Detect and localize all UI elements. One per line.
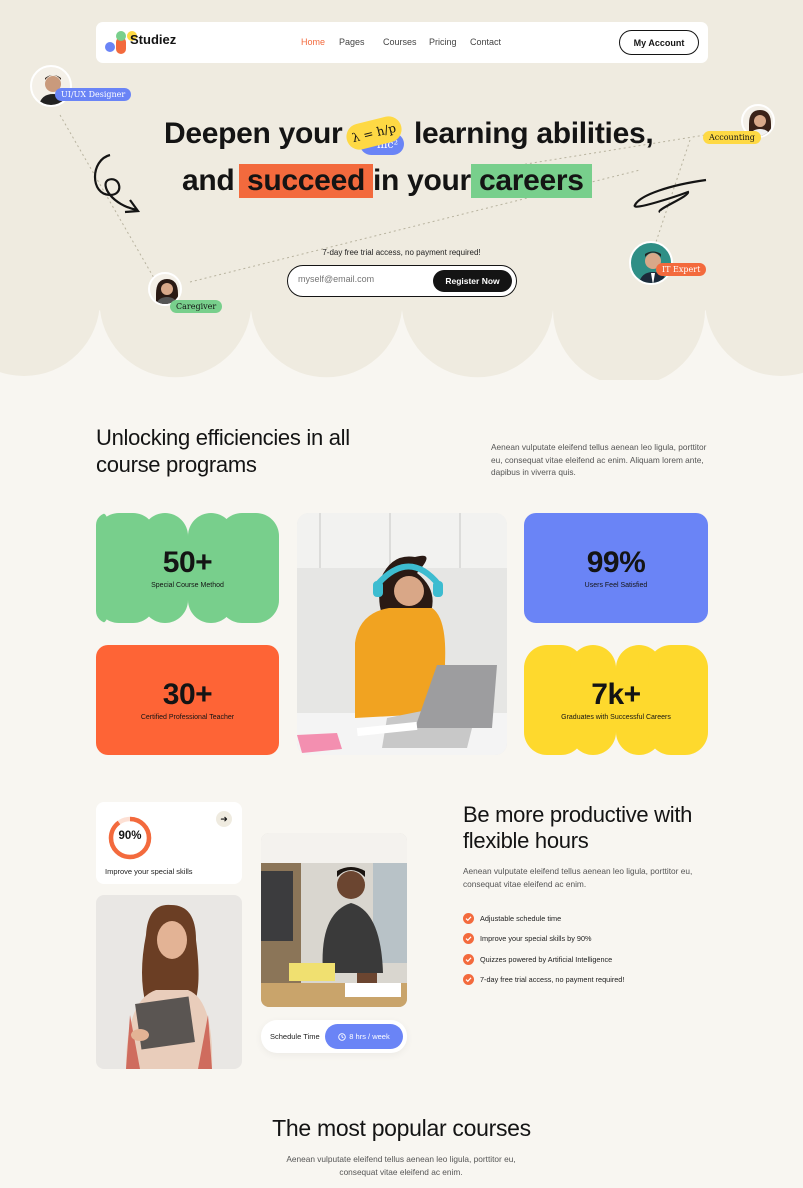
role-tag-caregiver: Caregiver	[170, 300, 223, 313]
hero-section: Studiez Home Pages Courses Pricing Conta…	[0, 0, 803, 380]
nav-item-pages[interactable]: Pages	[339, 37, 383, 47]
stat-label: Special Course Method	[151, 582, 224, 589]
headline-part-3: and	[182, 164, 235, 197]
headline-part-4: in your	[373, 164, 471, 197]
feature-checklist: Adjustable schedule time Improve your sp…	[463, 908, 624, 990]
headline-highlight-careers: careers	[471, 164, 592, 198]
stat-label: Graduates with Successful Careers	[561, 714, 671, 721]
schedule-value: 8 hrs / week	[349, 1032, 390, 1041]
checklist-text: Improve your special skills by 90%	[480, 934, 592, 944]
nav-item-courses[interactable]: Courses	[383, 37, 429, 47]
skill-caption: Improve your special skills	[105, 867, 193, 876]
list-item: Quizzes powered by Artificial Intelligen…	[463, 949, 624, 970]
stats-section-description: Aenean vulputate eleifend tellus aenean …	[491, 442, 707, 477]
courses-section-title: The most popular courses	[272, 1115, 531, 1141]
schedule-label: Schedule Time	[270, 1032, 320, 1041]
stat-label: Users Feel Satisfied	[584, 582, 648, 589]
stats-section-title: Unlocking efficiencies in all course pro…	[96, 425, 350, 477]
email-input[interactable]	[298, 274, 428, 284]
productive-section-title: Be more productive with flexible hours	[463, 802, 693, 853]
check-icon	[463, 912, 474, 924]
register-form: Register Now	[287, 265, 517, 297]
list-item: Improve your special skills by 90%	[463, 929, 624, 950]
role-tag-it-expert: IT Expert	[656, 263, 707, 276]
skill-percent: 90%	[118, 830, 142, 842]
register-now-button[interactable]: Register Now	[433, 270, 512, 292]
nav-item-home[interactable]: Home	[301, 37, 339, 47]
brand-name[interactable]: Studiez	[130, 32, 176, 47]
stat-card-graduates: 7k+ Graduates with Successful Careers	[524, 645, 708, 755]
headline-highlight-succeed: succeed	[239, 164, 373, 198]
stat-value: 50+	[162, 546, 213, 579]
check-icon	[463, 974, 474, 986]
productive-section-description: Aenean vulputate eleifend tellus aenean …	[463, 866, 693, 889]
checklist-text: Quizzes powered by Artificial Intelligen…	[480, 954, 613, 964]
list-item: 7-day free trial access, no payment requ…	[463, 970, 624, 991]
stat-value: 30+	[162, 678, 213, 711]
headline-part-2: learning abilities,	[414, 117, 654, 150]
check-icon	[463, 933, 474, 945]
checklist-text: 7-day free trial access, no payment requ…	[480, 975, 625, 985]
student-with-headphones-photo	[297, 513, 507, 755]
role-tag-uiux: UI/UX Designer	[55, 88, 132, 101]
courses-section-description: Aenean vulputate eleifend tellus aenean …	[286, 1154, 516, 1177]
nav-item-contact[interactable]: Contact	[470, 37, 514, 47]
stat-card-teachers: 30+ Certified Professional Teacher	[96, 645, 279, 755]
arrow-right-icon[interactable]: ➜	[216, 811, 232, 827]
stat-value: 7k+	[591, 678, 641, 711]
my-account-button[interactable]: My Account	[619, 30, 699, 55]
student-writing-photo	[261, 833, 407, 1007]
trial-note: 7-day free trial access, no payment requ…	[322, 248, 481, 257]
nav-links: Home Pages Courses Pricing Contact	[301, 37, 514, 47]
stat-card-satisfied: 99% Users Feel Satisfied	[524, 513, 708, 623]
list-item: Adjustable schedule time	[463, 908, 624, 929]
schedule-time-card: Schedule Time 8 hrs / week	[261, 1020, 407, 1053]
schedule-pill[interactable]: 8 hrs / week	[325, 1024, 403, 1049]
stat-label: Certified Professional Teacher	[140, 714, 235, 721]
role-tag-accounting: Accounting	[703, 131, 761, 144]
scribble-doodle	[633, 178, 707, 214]
top-navbar: Studiez Home Pages Courses Pricing Conta…	[96, 22, 708, 63]
clock-icon	[338, 1032, 347, 1041]
checklist-text: Adjustable schedule time	[480, 913, 562, 923]
stat-card-courses: 50+ Special Course Method	[96, 513, 279, 623]
stat-value: 99%	[586, 546, 646, 579]
headline-part-1: Deepen your	[164, 117, 343, 150]
skill-progress-card[interactable]: 90% ➜ Improve your special skills	[96, 802, 242, 884]
student-with-tablet-photo	[96, 895, 242, 1069]
nav-item-pricing[interactable]: Pricing	[429, 37, 470, 47]
check-icon	[463, 953, 474, 965]
